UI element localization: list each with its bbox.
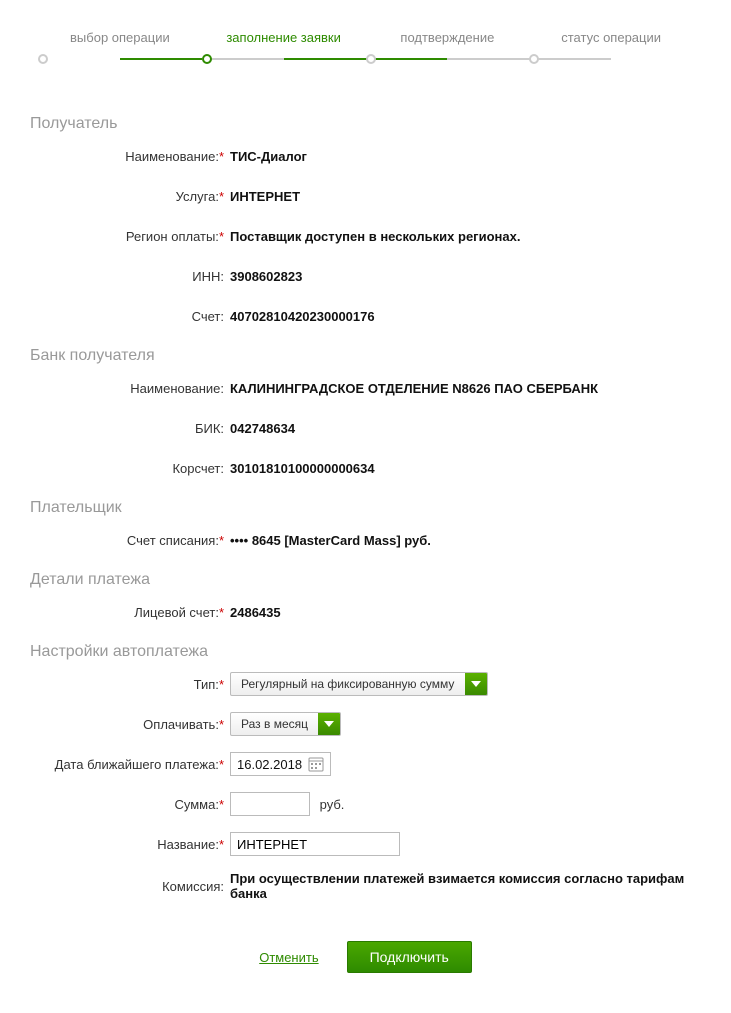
label-service: Услуга:* <box>30 189 230 204</box>
value-bik: 042748634 <box>230 421 701 436</box>
value-service: ИНТЕРНЕТ <box>230 189 701 204</box>
label-debit-account: Счет списания:* <box>30 533 230 548</box>
value-commission: При осуществлении платежей взимается ком… <box>230 871 701 901</box>
value-recipient-name: ТИС-Диалог <box>230 149 701 164</box>
chevron-down-icon <box>465 673 487 695</box>
label-sum: Сумма:* <box>30 797 230 812</box>
label-region: Регион оплаты:* <box>30 229 230 244</box>
sum-unit: руб. <box>320 797 345 812</box>
label-bik: БИК: <box>30 421 230 436</box>
label-corr: Корсчет: <box>30 461 230 476</box>
next-date-input[interactable]: 16.02.2018 <box>230 752 331 776</box>
type-select[interactable]: Регулярный на фиксированную сумму <box>230 672 488 696</box>
section-autopay: Настройки автоплатежа <box>30 643 701 661</box>
value-account: 40702810420230000176 <box>230 309 701 324</box>
label-freq: Оплачивать:* <box>30 717 230 732</box>
cancel-link[interactable]: Отменить <box>259 950 318 965</box>
section-details: Детали платежа <box>30 571 701 589</box>
label-title: Название:* <box>30 837 230 852</box>
progress-steps: выбор операции заполнение заявки подтвер… <box>30 30 701 65</box>
sum-input[interactable] <box>230 792 310 816</box>
label-personal-account: Лицевой счет:* <box>30 605 230 620</box>
value-region: Поставщик доступен в нескольких регионах… <box>230 229 701 244</box>
frequency-select[interactable]: Раз в месяц <box>230 712 341 736</box>
value-debit-account: •••• 8645 [MasterCard Mass] руб. <box>230 533 701 548</box>
value-bank-name: КАЛИНИНГРАДСКОЕ ОТДЕЛЕНИЕ N8626 ПАО СБЕР… <box>230 381 701 396</box>
section-payer: Плательщик <box>30 499 701 517</box>
section-recipient: Получатель <box>30 115 701 133</box>
label-commission: Комиссия: <box>30 879 230 894</box>
value-corr: 30101810100000000634 <box>230 461 701 476</box>
label-bank-name: Наименование: <box>30 381 230 396</box>
label-next-date: Дата ближайшего платежа:* <box>30 757 230 772</box>
label-inn: ИНН: <box>30 269 230 284</box>
label-type: Тип:* <box>30 677 230 692</box>
value-personal-account: 2486435 <box>230 605 701 620</box>
label-recipient-name: Наименование:* <box>30 149 230 164</box>
calendar-icon <box>308 756 324 772</box>
chevron-down-icon <box>318 713 340 735</box>
section-bank: Банк получателя <box>30 347 701 365</box>
action-bar: Отменить Подключить <box>30 941 701 973</box>
value-inn: 3908602823 <box>230 269 701 284</box>
label-account: Счет: <box>30 309 230 324</box>
submit-button[interactable]: Подключить <box>347 941 472 973</box>
title-input[interactable] <box>230 832 400 856</box>
